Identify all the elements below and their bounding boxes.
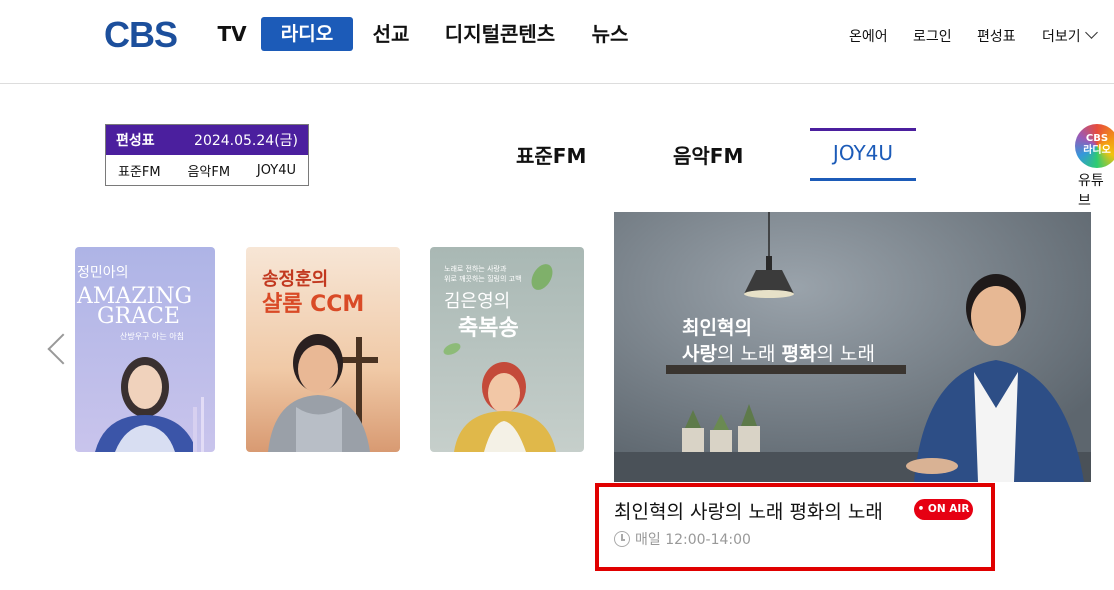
schedule-title: 편성표 [116, 133, 155, 149]
svg-text:최인혁의: 최인혁의 [682, 317, 752, 339]
schedule-channel-music[interactable]: 음악FM [187, 161, 230, 180]
nav-digital-content[interactable]: 디지털콘텐츠 [442, 17, 558, 51]
schedule-channel-joy4u[interactable]: JOY4U [257, 163, 296, 178]
youtube-badge-line1: CBS [1085, 133, 1109, 144]
youtube-label[interactable]: 유튜브 [1078, 170, 1114, 210]
svg-text:산방우구 아는 아침: 산방우구 아는 아침 [120, 331, 184, 341]
tab-joy4u[interactable]: JOY4U [810, 128, 916, 181]
svg-text:노래로 전하는 사랑과: 노래로 전하는 사랑과 [444, 264, 507, 273]
schedule-box: 편성표 2024.05.24(금) 표준FM 음악FM JOY4U [105, 124, 309, 186]
nav-tv[interactable]: TV [215, 17, 249, 51]
nav-radio[interactable]: 라디오 [261, 17, 353, 51]
program-card-amazing-grace[interactable]: 정민아의 AMAZING GRACE 산방우구 아는 아침 [75, 247, 215, 452]
svg-text:송정훈의: 송정훈의 [262, 268, 328, 290]
login-link[interactable]: 로그인 [913, 26, 952, 46]
schedule-channels: 표준FM 음악FM JOY4U [106, 155, 308, 186]
program-card-chukboksong[interactable]: 노래로 전하는 사랑과 위로 깨끗하는 힐링의 고백 김은영의 축복송 [430, 247, 584, 452]
clock-icon [614, 531, 630, 547]
site-header: CBS TV 라디오 선교 디지털콘텐츠 뉴스 온에어 로그인 편성표 더보기 [0, 0, 1114, 84]
svg-text:사랑의 노래 평화의 노래: 사랑의 노래 평화의 노래 [682, 343, 875, 365]
schedule-date: 2024.05.24(금) [194, 133, 298, 149]
onair-time: 매일 12:00-14:00 [614, 529, 751, 549]
featured-program-image[interactable]: 최인혁의 사랑의 노래 평화의 노래 [614, 212, 1091, 482]
schedule-link[interactable]: 편성표 [977, 26, 1016, 46]
schedule-channel-standard[interactable]: 표준FM [118, 161, 161, 180]
onair-time-text: 매일 12:00-14:00 [635, 532, 751, 548]
youtube-badge-line2: 라디오 [1083, 145, 1111, 156]
more-menu[interactable]: 더보기 [1042, 26, 1098, 46]
onair-badge: • ON AIR [914, 499, 973, 520]
carousel-prev-arrow-icon[interactable] [47, 333, 79, 365]
svg-text:정민아의: 정민아의 [77, 265, 129, 281]
chevron-down-icon [1084, 26, 1098, 39]
program-card-shalom-ccm[interactable]: 송정훈의 샬롬 CCM [246, 247, 400, 452]
nav-news[interactable]: 뉴스 [588, 17, 632, 51]
svg-text:김은영의: 김은영의 [444, 291, 510, 312]
tab-standard-fm[interactable]: 표준FM [516, 140, 586, 180]
svg-text:GRACE: GRACE [97, 304, 180, 329]
onair-link[interactable]: 온에어 [849, 26, 888, 46]
svg-text:위로 깨끗하는 힐링의 고백: 위로 깨끗하는 힐링의 고백 [444, 274, 522, 283]
nav-mission[interactable]: 선교 [368, 17, 414, 51]
svg-text:축복송: 축복송 [458, 316, 519, 341]
svg-text:샬롬 CCM: 샬롬 CCM [262, 292, 364, 317]
onair-program-title[interactable]: 최인혁의 사랑의 노래 평화의 노래 [614, 497, 883, 524]
cbs-radio-youtube-icon[interactable]: CBS 라디오 [1075, 124, 1114, 168]
svg-text:CBS: CBS [104, 16, 177, 52]
cbs-logo[interactable]: CBS [104, 14, 184, 55]
tab-music-fm[interactable]: 음악FM [673, 140, 743, 180]
more-label: 더보기 [1042, 29, 1081, 45]
schedule-header[interactable]: 편성표 2024.05.24(금) [106, 125, 308, 155]
